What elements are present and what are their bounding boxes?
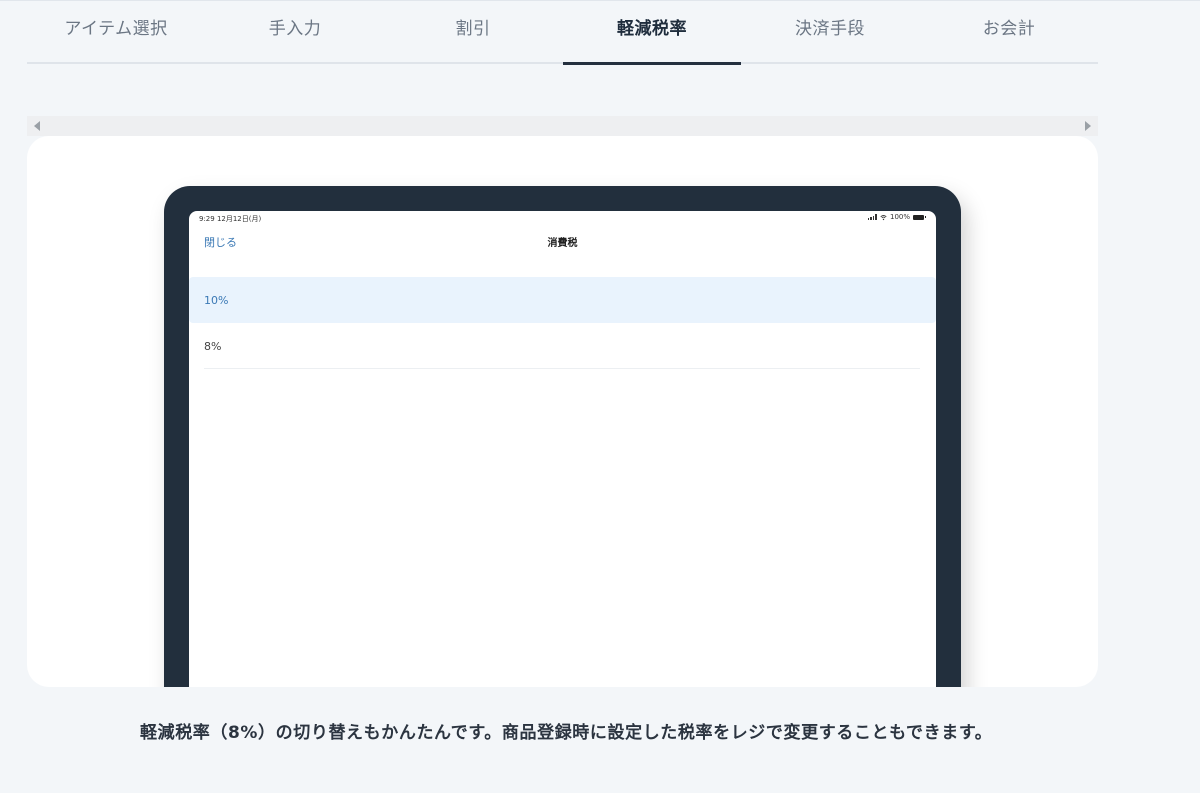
scroll-right-icon[interactable]	[1085, 121, 1091, 131]
modal-navbar: 閉じる 消費税	[189, 231, 936, 253]
tax-option-10[interactable]: 10%	[189, 277, 936, 323]
tax-option-label: 8%	[204, 339, 222, 353]
status-indicators: 100%	[867, 213, 926, 221]
wifi-icon	[880, 214, 887, 220]
feature-tabs: アイテム選択 手入力 割引 軽減税率 決済手段 お会計	[27, 0, 1098, 66]
signal-icon	[867, 214, 877, 220]
tab-discount[interactable]: 割引	[384, 0, 562, 64]
tab-manual-input[interactable]: 手入力	[206, 0, 384, 64]
tab-checkout[interactable]: お会計	[920, 0, 1098, 64]
battery-icon	[913, 214, 926, 220]
status-bar: 9:29 12月12日(月) 100%	[189, 211, 936, 225]
active-tab-indicator	[563, 62, 741, 65]
scroll-left-icon[interactable]	[34, 121, 40, 131]
tab-item-select[interactable]: アイテム選択	[27, 0, 205, 64]
option-divider	[204, 368, 920, 369]
battery-percent: 100%	[889, 213, 910, 221]
tablet-screen: 9:29 12月12日(月) 100% 閉じる 消費税 10% 8%	[189, 211, 936, 687]
feature-description: 軽減税率（8%）の切り替えもかんたんです。商品登録時に設定した税率をレジで変更す…	[140, 723, 993, 743]
modal-title: 消費税	[547, 238, 578, 249]
tab-reduced-tax-rate[interactable]: 軽減税率	[563, 0, 741, 64]
tablet-device: 9:29 12月12日(月) 100% 閉じる 消費税 10% 8%	[164, 186, 961, 687]
status-time: 9:29 12月12日(月)	[199, 215, 262, 223]
tax-option-label: 10%	[204, 293, 229, 307]
screenshot-card: 9:29 12月12日(月) 100% 閉じる 消費税 10% 8%	[27, 136, 1098, 687]
tab-payment-method[interactable]: 決済手段	[741, 0, 919, 64]
horizontal-scrollbar[interactable]	[27, 116, 1098, 136]
tax-option-8[interactable]: 8%	[189, 323, 936, 369]
